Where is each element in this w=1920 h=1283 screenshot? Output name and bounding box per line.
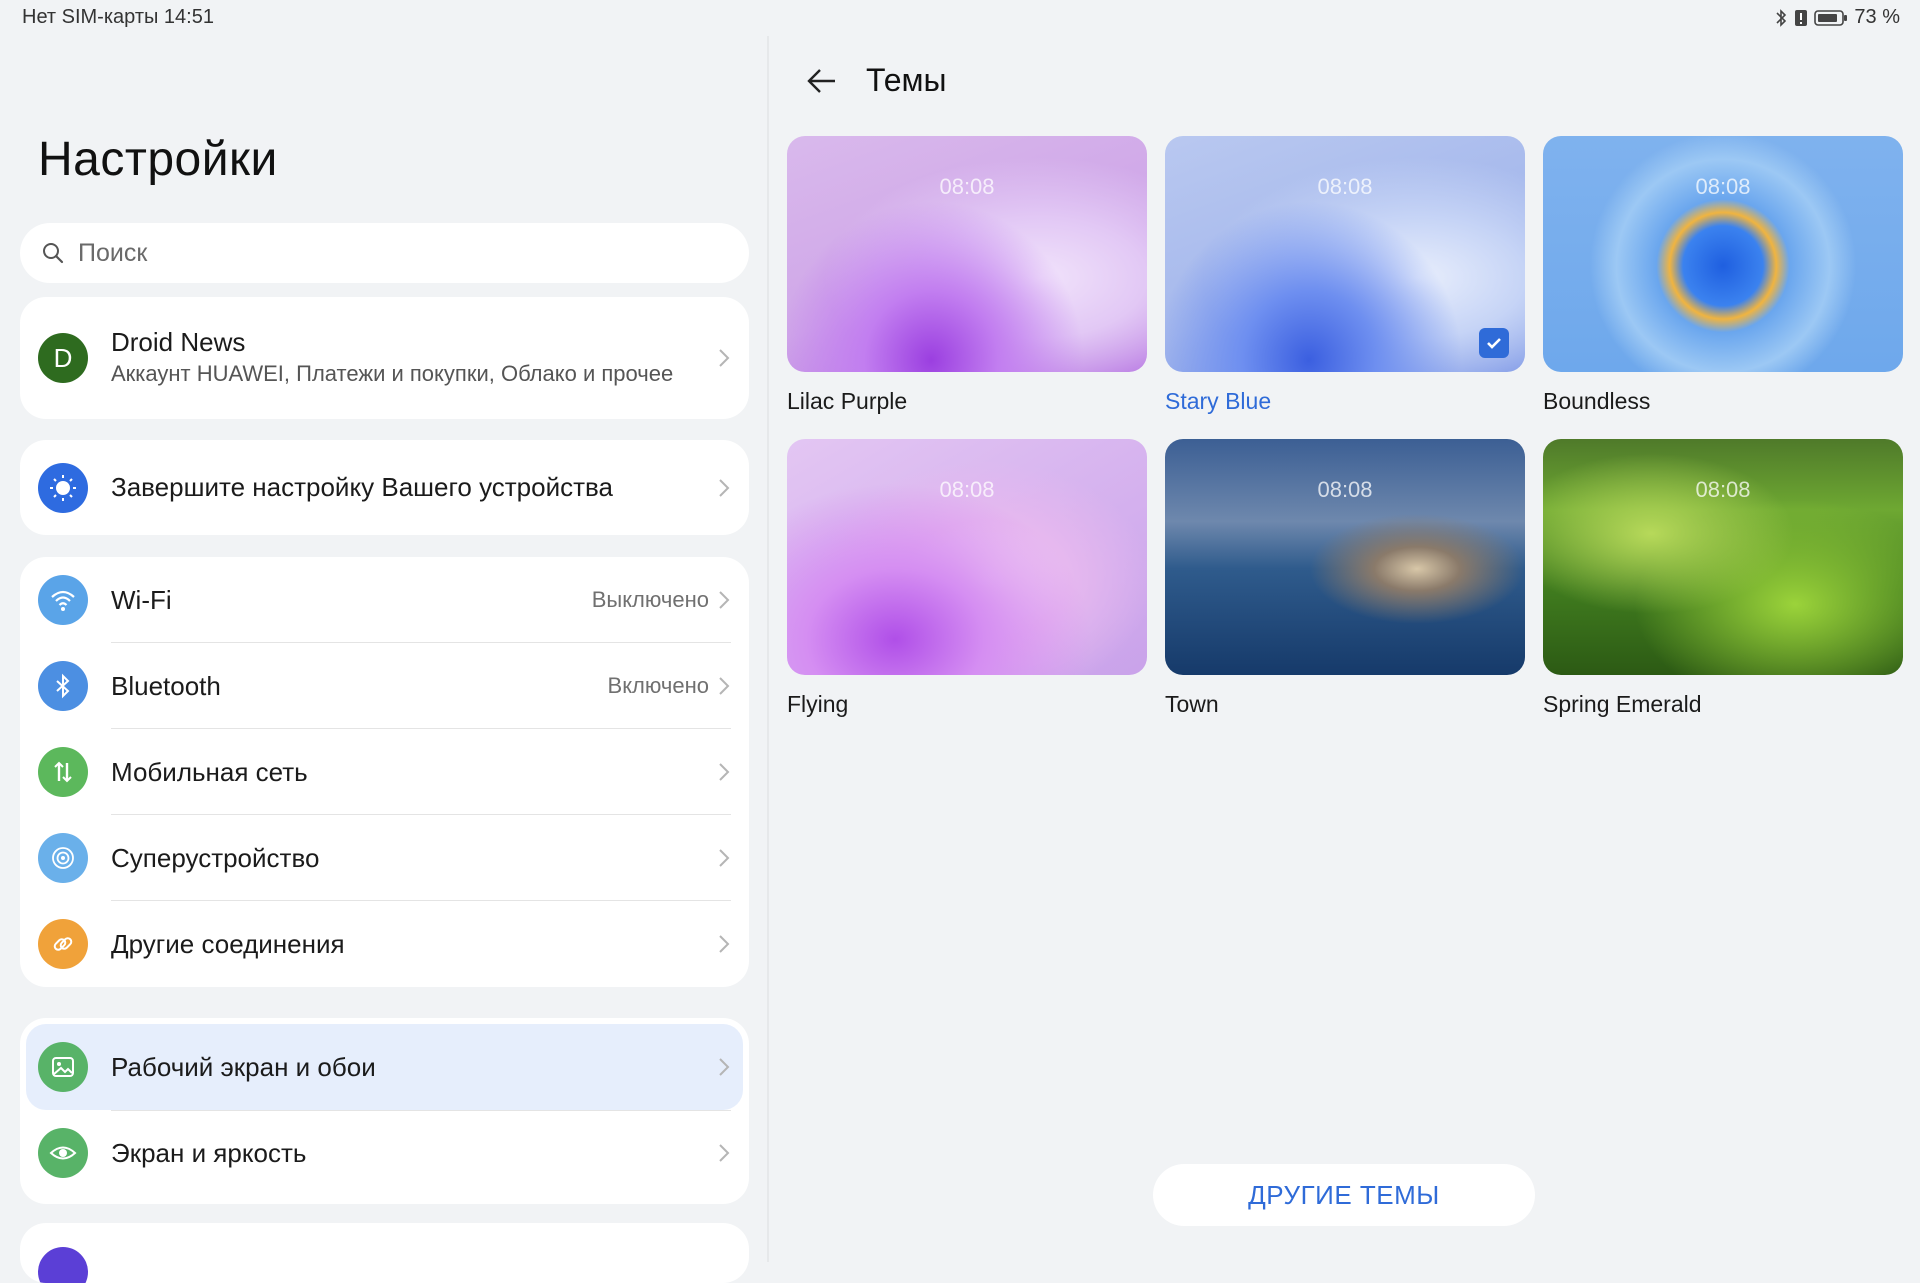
chevron-right-icon bbox=[719, 591, 730, 609]
item-label: Wi-Fi bbox=[111, 584, 172, 615]
item-label: Мобильная сеть bbox=[111, 756, 308, 787]
account-row[interactable]: D Droid News Аккаунт HUAWEI, Платежи и п… bbox=[20, 297, 749, 419]
chevron-right-icon bbox=[719, 677, 730, 695]
lightbulb-icon bbox=[38, 462, 88, 513]
item-label: Bluetooth bbox=[111, 670, 221, 701]
link-icon bbox=[38, 919, 88, 969]
sidebar-item-other-connections[interactable]: Другие соединения bbox=[20, 901, 749, 987]
search-bar[interactable] bbox=[20, 223, 749, 283]
wallpaper-icon bbox=[38, 1042, 88, 1092]
theme-thumbnail[interactable]: 08:08 bbox=[1543, 439, 1903, 675]
more-themes-button[interactable]: ДРУГИЕ ТЕМЫ bbox=[1153, 1164, 1535, 1226]
theme-card-stary-blue[interactable]: 08:08 Stary Blue bbox=[1165, 136, 1525, 415]
theme-thumbnail[interactable]: 08:08 bbox=[787, 136, 1147, 372]
account-name: Droid News bbox=[111, 327, 246, 357]
item-label: Суперустройство bbox=[111, 842, 320, 873]
sidebar-item-bluetooth[interactable]: Bluetooth Включено bbox=[20, 643, 749, 729]
theme-name: Boundless bbox=[1543, 388, 1651, 414]
item-label: Рабочий экран и обои bbox=[111, 1051, 376, 1082]
next-card-partial bbox=[20, 1223, 749, 1283]
theme-card-boundless[interactable]: 08:08 Boundless bbox=[1543, 136, 1903, 415]
display-card: Рабочий экран и обои Экран и яркость bbox=[20, 1018, 749, 1204]
theme-card-flying[interactable]: 08:08 Flying bbox=[787, 439, 1147, 718]
bluetooth-icon bbox=[38, 661, 88, 711]
settings-pane: Настройки D Droid News Аккаунт HUAWEI, П… bbox=[0, 0, 768, 1283]
clock-preview: 08:08 bbox=[939, 174, 995, 199]
search-icon bbox=[43, 243, 64, 264]
item-label: Другие соединения bbox=[111, 928, 345, 959]
theme-name: Lilac Purple bbox=[787, 388, 908, 414]
selected-check-icon bbox=[1479, 328, 1509, 358]
account-subtitle: Аккаунт HUAWEI, Платежи и покупки, Облак… bbox=[111, 361, 674, 386]
theme-thumbnail[interactable]: 08:08 bbox=[1543, 136, 1903, 372]
wifi-icon bbox=[38, 575, 88, 625]
theme-name: Spring Emerald bbox=[1543, 691, 1702, 717]
chevron-right-icon bbox=[719, 849, 730, 867]
chevron-right-icon bbox=[719, 478, 730, 497]
super-device-icon bbox=[38, 833, 88, 883]
mobile-data-icon bbox=[38, 747, 88, 797]
sidebar-item-wifi[interactable]: Wi-Fi Выключено bbox=[20, 557, 749, 643]
theme-thumbnail[interactable]: 08:08 bbox=[1165, 136, 1525, 372]
setup-row[interactable]: Завершите настройку Вашего устройства bbox=[20, 440, 749, 535]
chevron-right-icon bbox=[719, 935, 730, 953]
partial-item-icon bbox=[38, 1247, 88, 1283]
divider bbox=[111, 1110, 731, 1111]
sidebar-item-display-brightness[interactable]: Экран и яркость bbox=[20, 1110, 749, 1196]
eye-icon bbox=[38, 1128, 88, 1178]
theme-card-town[interactable]: 08:08 Town bbox=[1165, 439, 1525, 718]
item-label: Экран и яркость bbox=[111, 1137, 307, 1168]
clock-preview: 08:08 bbox=[1317, 477, 1373, 502]
clock-preview: 08:08 bbox=[1695, 477, 1751, 502]
chevron-right-icon bbox=[719, 349, 730, 367]
theme-thumbnail[interactable]: 08:08 bbox=[787, 439, 1147, 675]
sidebar-item-mobile-network[interactable]: Мобильная сеть bbox=[20, 729, 749, 815]
sidebar-item-home-screen-wallpaper[interactable]: Рабочий экран и обои bbox=[26, 1024, 743, 1110]
avatar: D bbox=[38, 333, 88, 383]
setup-card[interactable]: Завершите настройку Вашего устройства bbox=[20, 440, 749, 535]
theme-thumbnail[interactable]: 08:08 bbox=[1165, 439, 1525, 675]
themes-pane: Темы 08:08 Lilac Purple 08:08 Stary Blue… bbox=[769, 0, 1920, 1262]
clock-preview: 08:08 bbox=[1317, 174, 1373, 199]
theme-card-spring-emerald[interactable]: 08:08 Spring Emerald bbox=[1543, 439, 1903, 718]
back-arrow-icon[interactable] bbox=[805, 64, 839, 98]
theme-name: Town bbox=[1165, 691, 1219, 717]
clock-preview: 08:08 bbox=[1695, 174, 1751, 199]
account-card[interactable]: D Droid News Аккаунт HUAWEI, Платежи и п… bbox=[20, 297, 749, 419]
sidebar-item-super-device[interactable]: Суперустройство bbox=[20, 815, 749, 901]
search-input[interactable] bbox=[76, 237, 680, 269]
clock-preview: 08:08 bbox=[939, 477, 995, 502]
chevron-right-icon bbox=[719, 1144, 730, 1162]
chevron-right-icon bbox=[719, 763, 730, 781]
theme-name: Stary Blue bbox=[1165, 388, 1272, 414]
chevron-right-icon bbox=[719, 1058, 730, 1076]
item-value: Выключено bbox=[591, 587, 709, 612]
page-title: Настройки bbox=[38, 133, 278, 186]
setup-label: Завершите настройку Вашего устройства bbox=[111, 472, 614, 502]
theme-name: Flying bbox=[787, 691, 849, 717]
connectivity-card: Wi-Fi Выключено Bluetooth Включено Мобил… bbox=[20, 557, 749, 987]
item-value: Включено bbox=[607, 673, 709, 698]
theme-card-lilac-purple[interactable]: 08:08 Lilac Purple bbox=[787, 136, 1147, 415]
page-title: Темы bbox=[866, 62, 947, 98]
